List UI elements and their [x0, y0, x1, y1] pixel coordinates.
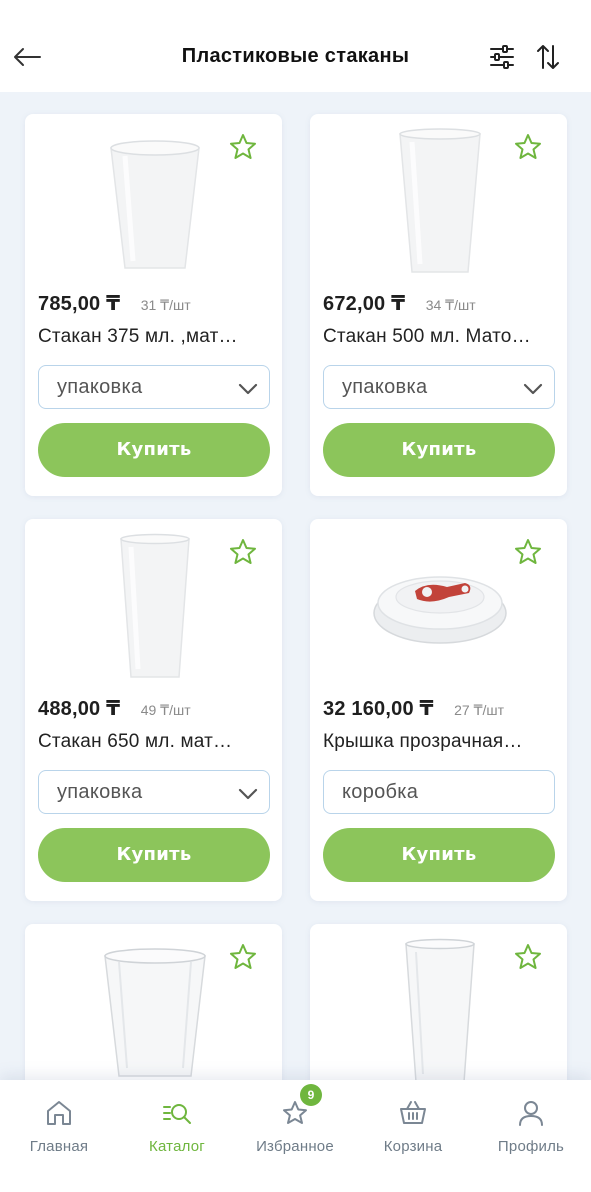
product-card[interactable]: 32 160,00 ₸ 27 ₸/шт Крышка прозрачная… к…	[310, 519, 567, 901]
buy-button[interactable]: Купить	[38, 828, 270, 882]
star-outline-icon[interactable]	[513, 537, 543, 567]
chevron-down-icon	[238, 788, 258, 800]
plastic-cup-image	[110, 140, 200, 269]
product-name[interactable]: Стакан 375 мл. ,мат…	[38, 326, 270, 348]
unit-price: 31 ₸/шт	[140, 297, 191, 313]
price: 32 160,00 ₸	[323, 698, 434, 720]
product-card[interactable]: 672,00 ₸ 34 ₸/шт Стакан 500 мл. Мато… уп…	[310, 114, 567, 496]
catalog-search-icon	[163, 1104, 191, 1124]
star-outline-icon[interactable]	[228, 132, 258, 162]
favorites-count-badge: 9	[300, 1084, 322, 1106]
buy-button[interactable]: Купить	[323, 828, 555, 882]
nav-label: Профиль	[497, 1138, 565, 1155]
plastic-cup-image	[399, 128, 481, 273]
sliders-icon[interactable]	[488, 42, 516, 72]
packaging-select[interactable]: упаковка	[323, 365, 555, 409]
packaging-select[interactable]: упаковка	[38, 365, 270, 409]
packaging-value: упаковка	[342, 376, 428, 398]
price-row: 32 160,00 ₸ 27 ₸/шт	[323, 696, 504, 721]
unit-price: 49 ₸/шт	[140, 702, 191, 718]
nav-item-profile[interactable]: Профиль	[472, 1090, 590, 1170]
nav-label: Каталог	[149, 1138, 205, 1155]
profile-icon	[519, 1101, 543, 1126]
clear-cup-tall-image	[405, 938, 475, 1083]
price-row: 672,00 ₸ 34 ₸/шт	[323, 291, 476, 316]
nav-item-home[interactable]: Главная	[0, 1090, 118, 1170]
buy-button[interactable]: Купить	[323, 423, 555, 477]
nav-label: Корзина	[383, 1138, 443, 1155]
chevron-down-icon	[238, 383, 258, 395]
star-outline-icon[interactable]	[513, 942, 543, 972]
product-card[interactable]: 488,00 ₸ 49 ₸/шт Стакан 650 мл. мат… упа…	[25, 519, 282, 901]
nav-item-cart[interactable]: Корзина	[354, 1090, 472, 1170]
product-name[interactable]: Стакан 650 мл. мат…	[38, 731, 270, 753]
price: 488,00 ₸	[38, 698, 121, 720]
packaging-value: упаковка	[57, 376, 143, 398]
nav-label: Главная	[29, 1138, 89, 1155]
product-card[interactable]: 785,00 ₸ 31 ₸/шт Стакан 375 мл. ,мат… уп…	[25, 114, 282, 496]
product-name[interactable]: Стакан 500 мл. Мато…	[323, 326, 555, 348]
packaging-select[interactable]: упаковка	[38, 770, 270, 814]
home-icon	[47, 1101, 71, 1125]
star-outline-icon[interactable]	[228, 942, 258, 972]
sort-arrows-icon[interactable]	[534, 42, 562, 72]
top-bar: Пластиковые стаканы	[0, 0, 591, 92]
nav-item-favorites[interactable]: 9 Избранное	[236, 1084, 354, 1170]
price-row: 488,00 ₸ 49 ₸/шт	[38, 696, 191, 721]
star-outline-icon[interactable]	[228, 537, 258, 567]
star-outline-icon[interactable]	[513, 132, 543, 162]
buy-button[interactable]: Купить	[38, 423, 270, 477]
product-name[interactable]: Крышка прозрачная…	[323, 731, 555, 753]
packaging-value: упаковка	[57, 781, 143, 803]
price-row: 785,00 ₸ 31 ₸/шт	[38, 291, 191, 316]
bottom-nav: Главная Каталог 9 Избранное Корзина Проф…	[0, 1080, 591, 1192]
clear-cup-image	[104, 948, 206, 1077]
cup-lid-image	[373, 576, 507, 644]
price: 672,00 ₸	[323, 293, 406, 315]
packaging-select[interactable]: коробка	[323, 770, 555, 814]
unit-price: 34 ₸/шт	[425, 297, 476, 313]
packaging-value: коробка	[342, 781, 419, 803]
basket-icon	[400, 1101, 426, 1124]
price: 785,00 ₸	[38, 293, 121, 315]
nav-item-catalog[interactable]: Каталог	[118, 1090, 236, 1170]
nav-label: Избранное	[256, 1138, 334, 1155]
plastic-cup-tall-image	[120, 533, 190, 678]
unit-price: 27 ₸/шт	[454, 702, 505, 718]
chevron-down-icon	[523, 383, 543, 395]
